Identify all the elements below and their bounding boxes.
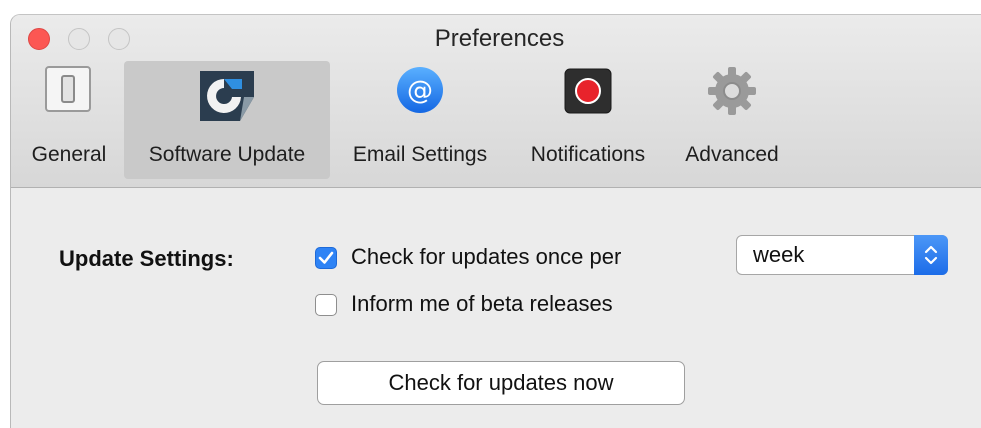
checkmark-icon (318, 251, 334, 264)
tab-notifications[interactable]: Notifications (513, 61, 663, 179)
at-sign-icon: @ (396, 66, 444, 119)
check-for-updates-label: Check for updates once per (351, 244, 622, 269)
window-title: Preferences (434, 25, 565, 52)
toolbar: Preferences General Software Update @ Em… (11, 15, 981, 188)
gear-icon (706, 65, 758, 122)
preferences-window: Preferences General Software Update @ Em… (10, 14, 981, 428)
tab-general[interactable]: General (19, 61, 119, 179)
beta-releases-checkbox[interactable] (315, 294, 337, 316)
update-frequency-value: week (753, 242, 805, 267)
check-for-updates-now-button[interactable]: Check for updates now (317, 361, 685, 405)
tab-email-settings[interactable]: @ Email Settings (334, 61, 506, 179)
update-settings-label: Update Settings: (59, 246, 234, 271)
tab-label: Software Update (148, 143, 306, 166)
tab-label: Notifications (530, 143, 646, 166)
check-for-updates-checkbox[interactable] (315, 247, 337, 269)
beta-releases-label: Inform me of beta releases (351, 291, 613, 316)
software-update-icon (194, 67, 260, 130)
tab-software-update[interactable]: Software Update (124, 61, 330, 179)
up-down-chevron-icon (924, 245, 938, 265)
switch-icon (45, 66, 91, 117)
software-update-pane: Update Settings: Check for updates once … (11, 188, 981, 428)
tab-label: General (31, 143, 107, 166)
tab-advanced[interactable]: Advanced (666, 61, 798, 179)
update-frequency-select[interactable]: week (736, 235, 948, 275)
tab-label: Advanced (685, 143, 779, 166)
svg-text:@: @ (407, 76, 433, 106)
tab-label: Email Settings (352, 143, 488, 166)
record-icon (564, 68, 612, 119)
select-stepper[interactable] (914, 235, 948, 275)
